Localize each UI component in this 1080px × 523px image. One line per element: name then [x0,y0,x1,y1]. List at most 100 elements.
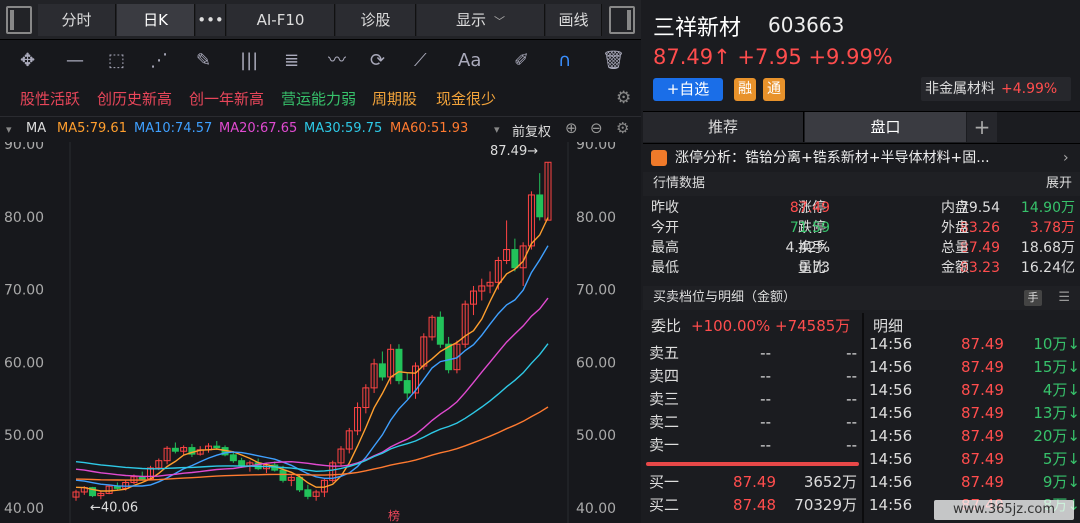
chart-topbar: 分时 日K ••• AI-F10 诊股 显示 ﹀ 画线 [0,0,641,40]
tag-weak-ops[interactable]: 营运能力弱 [281,88,356,109]
candle-body [296,476,304,491]
level-label: 卖一 [649,436,680,454]
y-tick-right: 60.00 [576,355,616,371]
tab-fenshi[interactable]: 分时 [38,4,116,36]
display-dropdown[interactable]: 显示 ﹀ [417,4,545,36]
quote-title: 行情数据 [653,176,706,191]
rank-marker: 榜 [388,508,400,523]
quote-row: 最低 83.23 量比 0.73 金额 16.24亿 [643,258,1080,279]
ma30-value: MA30:59.75 [304,121,383,136]
more-button[interactable]: ••• [196,4,226,36]
hand-toggle[interactable]: 手 [1024,290,1042,306]
candle-body [238,460,246,467]
chevron-down-icon: ﹀ [494,15,505,28]
trade-volume: 5万↓ [1042,450,1080,468]
fan-icon[interactable]: ⋰ [150,50,168,72]
connect-badge[interactable]: 通 [763,78,785,101]
diagnose-button[interactable]: 诊股 [336,4,416,36]
bars-icon[interactable]: ||| [240,50,258,72]
tag-cyclical[interactable]: 周期股 [372,88,417,109]
drawing-toolbar: ✥ — ⬚ ⋰ ✎ ||| ≣ 〰 ⟳ ⟋ Aa ✐ ∩ 🗑 [0,42,641,80]
adjust-mode[interactable]: 前复权 [512,121,551,140]
ma-legend: ▾ MA MA5:79.61 MA10:74.57 MA20:67.65 MA3… [0,116,641,142]
sell-level[interactable]: 卖一 -- -- [643,434,861,457]
zoom-in-icon[interactable]: ⊕ [565,119,578,137]
fire-icon [651,150,667,166]
ma-label: MA [26,121,47,136]
pen-icon[interactable]: ✎ [196,50,211,72]
level-price: -- [760,367,771,385]
sell-level[interactable]: 卖四 -- -- [643,365,861,388]
quote-panel: 三祥新材 603663 87.49↑ +7.95 +9.99% +自选 融 通 … [643,0,1080,523]
collapse-left-icon[interactable] [6,6,32,34]
y-tick-left: 40.00 [4,501,44,517]
sector-tag[interactable]: 非金属材料 +4.99% [921,77,1071,101]
tag-low-cash[interactable]: 现金很少 [436,88,496,109]
quote-row: 今开 83.26 跌停 71.59 外盘 3.78万 [643,218,1080,239]
text-icon[interactable]: Aa [458,50,481,72]
cycle-icon[interactable]: ⟳ [370,50,385,72]
margin-badge[interactable]: 融 [734,78,756,101]
menu-icon[interactable]: ☰ [1058,286,1070,310]
sell-level[interactable]: 卖三 -- -- [643,388,861,411]
quote-l3: 外盘 [941,220,969,236]
collapse-right-icon[interactable] [609,6,635,34]
level-price: 87.48 [733,496,776,514]
price-line: 87.49↑ +7.95 +9.99% [653,45,893,69]
tab-daily-k[interactable]: 日K [117,4,195,36]
chevron-down-icon[interactable]: ▾ [6,123,12,136]
quote-l3: 内盘 [941,200,969,216]
trash-icon[interactable]: 🗑 [602,50,625,72]
buy-level[interactable]: 买二 87.48 70329万 [643,494,861,517]
kline-chart[interactable]: 90.00 90.00 80.00 80.00 70.00 70.00 60.00 60.00… [0,142,641,523]
channel-icon[interactable]: ≣ [284,50,299,72]
level-volume: -- [846,367,857,385]
sector-pct: +4.99% [1001,81,1058,97]
tag-year-high[interactable]: 创一年新高 [189,88,264,109]
candle-body [229,454,237,462]
ratio-amount: +74585万 [775,317,851,335]
tab-order-book[interactable]: 盘口 [805,112,966,142]
trade-volume: 20万↓ [1033,427,1080,445]
tag-active[interactable]: 股性活跃 [20,88,80,109]
wave-icon[interactable]: 〰 [328,50,346,72]
quote-header: 行情数据 展开 [643,172,1080,196]
sell-level[interactable]: 卖二 -- -- [643,411,861,434]
gear-icon[interactable]: ⚙ [616,119,629,137]
sell-level[interactable]: 卖五 -- -- [643,342,861,365]
gear-icon[interactable]: ⚙ [616,88,631,108]
quote-l1: 最高 [651,240,679,256]
rect-icon[interactable]: ⬚ [108,50,125,72]
divider [862,313,864,523]
chevron-down-icon[interactable]: ▾ [494,123,500,136]
quote-row: 最高 87.49 换手 4.42% 总量 18.68万 [643,238,1080,259]
zoom-out-icon[interactable]: ⊖ [590,119,603,137]
magnet-icon[interactable]: ∩ [558,50,571,72]
limit-up-analysis[interactable]: 涨停分析：锆铪分离+锆系新材+半导体材料+固... › [643,143,1080,171]
tag-record-high[interactable]: 创历史新高 [97,88,172,109]
expand-link[interactable]: 展开 [1046,172,1072,196]
quote-row: 昨收 79.54 涨停 87.49 内盘 14.90万 [643,198,1080,219]
ma30-line [75,343,549,473]
f10-button[interactable]: AI-F10 [227,4,335,36]
quote-v2: 71.59 [789,220,830,236]
gann-icon[interactable]: ⟋ [414,50,427,72]
crosshair-icon[interactable]: ✥ [20,50,35,72]
buy-level[interactable]: 买一 87.49 3652万 [643,471,861,494]
ma10-value: MA10:74.57 [134,121,213,136]
y-tick-left: 60.00 [4,355,44,371]
trade-time: 14:56 [869,427,913,445]
trade-price: 87.49 [961,473,1004,491]
add-tab-icon[interactable]: + [967,112,997,142]
line-icon[interactable]: — [66,50,84,72]
watermark: www.365jz.com [934,500,1074,520]
quote-l1: 最低 [651,260,679,276]
add-watchlist-button[interactable]: +自选 [653,78,723,101]
ma10-line [75,245,549,487]
ratio-label: 委比 [651,317,682,335]
eraser-icon[interactable]: ✐ [514,50,529,72]
tab-recommend[interactable]: 推荐 [643,112,804,142]
price-change: +7.95 [737,45,802,69]
draw-button[interactable]: 画线 [546,4,602,36]
quote-v3: 18.68万 [1020,240,1075,256]
